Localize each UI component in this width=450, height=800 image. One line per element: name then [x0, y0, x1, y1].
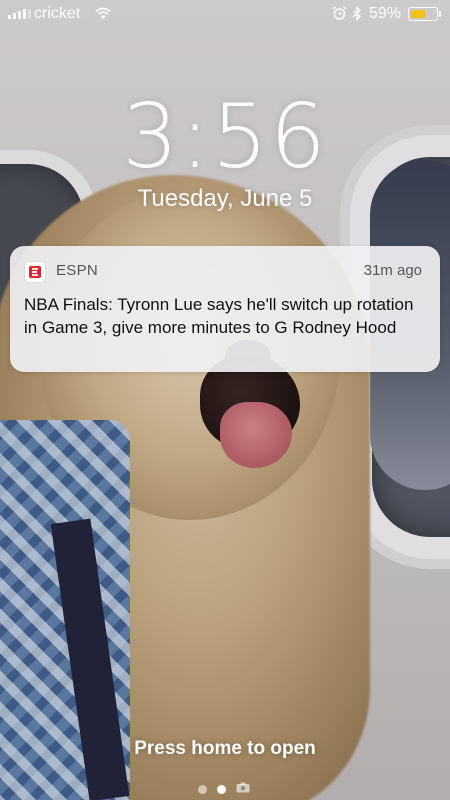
notification-time: 31m ago — [363, 262, 422, 279]
lock-clock: 3:56 — [122, 85, 328, 188]
alarm-icon — [332, 6, 347, 26]
notification-message: NBA Finals: Tyronn Lue says he'll switch… — [24, 295, 414, 337]
camera-icon[interactable] — [236, 780, 250, 798]
signal-icon — [8, 9, 31, 19]
status-bar: cricket 59% — [0, 0, 450, 30]
carrier-label: cricket — [34, 5, 81, 22]
espn-icon — [24, 261, 46, 283]
battery-icon — [408, 7, 438, 21]
battery-percentage: 59% — [369, 5, 402, 22]
page-dot — [198, 784, 207, 794]
wifi-icon — [95, 7, 111, 25]
notification-app-name: ESPN — [56, 262, 99, 279]
press-home-hint: Press home to open — [134, 738, 316, 759]
notification-card[interactable]: ESPN 31m ago NBA Finals: Tyronn Lue says… — [10, 246, 440, 372]
page-dot-active — [217, 784, 226, 794]
lock-date: Tuesday, June 5 — [137, 185, 313, 212]
bluetooth-icon — [352, 5, 362, 26]
page-indicator — [198, 780, 250, 798]
